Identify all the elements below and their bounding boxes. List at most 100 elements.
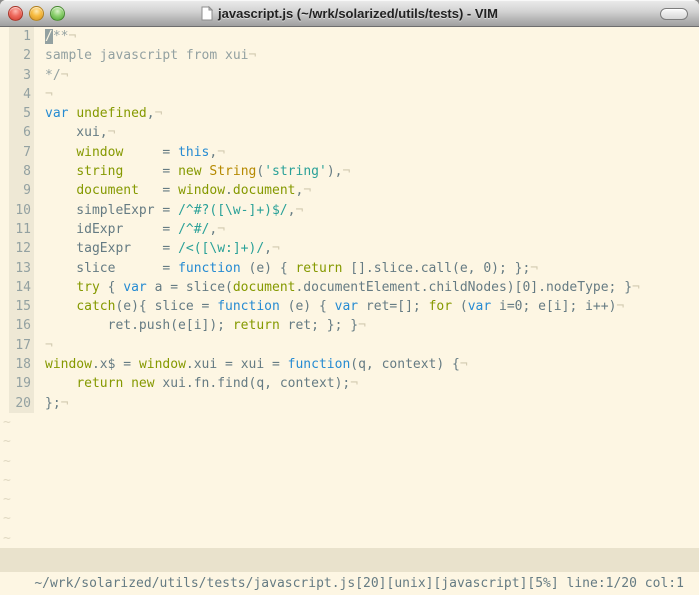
empty-line-tilde: ~ <box>0 432 699 451</box>
code-line[interactable]: 4¬ <box>0 85 699 104</box>
code-text: ¬ <box>34 85 53 104</box>
code-text: catch(e){ slice = function (e) { var ret… <box>34 297 624 316</box>
code-line[interactable]: 8 string = new String('string'),¬ <box>0 162 699 181</box>
code-text: tagExpr = /<([\w:]+)/,¬ <box>34 239 280 258</box>
code-text: slice = function (e) { return [].slice.c… <box>34 259 538 278</box>
line-number: 4 <box>9 85 34 104</box>
eol-marker: ¬ <box>68 29 76 44</box>
line-number: 20 <box>9 394 34 413</box>
window-title: javascript.js (~/wrk/solarized/utils/tes… <box>218 6 498 21</box>
code-text: string = new String('string'),¬ <box>34 162 350 181</box>
code-line[interactable]: 18window.x$ = window.xui = xui = functio… <box>0 355 699 374</box>
eol-marker: ¬ <box>155 106 163 121</box>
code-line[interactable]: 9 document = window.document,¬ <box>0 181 699 200</box>
code-line[interactable]: 10 simpleExpr = /^#?([\w-]+)$/,¬ <box>0 201 699 220</box>
code-line[interactable]: 11 idExpr = /^#/,¬ <box>0 220 699 239</box>
eol-marker: ¬ <box>45 338 53 353</box>
code-text: /**¬ <box>34 27 76 46</box>
vim-window: javascript.js (~/wrk/solarized/utils/tes… <box>0 0 699 595</box>
code-text: ¬ <box>34 336 53 355</box>
document-proxy-icon[interactable] <box>201 6 213 21</box>
toolbar-pill-button[interactable] <box>660 8 688 20</box>
eol-marker: ¬ <box>350 376 358 391</box>
close-button[interactable] <box>8 6 23 21</box>
line-number: 9 <box>9 181 34 200</box>
line-number: 5 <box>9 104 34 123</box>
window-titlebar[interactable]: javascript.js (~/wrk/solarized/utils/tes… <box>0 0 699 27</box>
code-text: document = window.document,¬ <box>34 181 311 200</box>
code-line[interactable]: 17 ¬ <box>0 336 699 355</box>
line-number: 10 <box>9 201 34 220</box>
eol-marker: ¬ <box>295 203 303 218</box>
eol-marker: ¬ <box>249 48 257 63</box>
code-text: xui,¬ <box>34 123 115 142</box>
empty-line-tilde: ~ <box>0 529 699 548</box>
eol-marker: ¬ <box>272 241 280 256</box>
line-number: 19 <box>9 374 34 393</box>
code-lines: 1/**¬2sample javascript from xui¬3*/¬4¬5… <box>0 27 699 413</box>
code-text: var undefined,¬ <box>34 104 162 123</box>
line-number: 7 <box>9 143 34 162</box>
eol-marker: ¬ <box>358 318 366 333</box>
minimize-button[interactable] <box>29 6 44 21</box>
eol-marker: ¬ <box>61 396 69 411</box>
eol-marker: ¬ <box>45 87 53 102</box>
eol-marker: ¬ <box>61 68 69 83</box>
code-line[interactable]: 1/**¬ <box>0 27 699 46</box>
empty-line-tilde: ~ <box>0 471 699 490</box>
code-line[interactable]: 6 xui,¬ <box>0 123 699 142</box>
eol-marker: ¬ <box>616 299 624 314</box>
code-line[interactable]: 19 return new xui.fn.find(q, context);¬ <box>0 374 699 393</box>
line-number: 2 <box>9 46 34 65</box>
eol-marker: ¬ <box>303 183 311 198</box>
line-number: 15 <box>9 297 34 316</box>
code-text: */¬ <box>34 66 68 85</box>
eol-marker: ¬ <box>632 280 640 295</box>
empty-line-tilde: ~ <box>0 413 699 432</box>
code-line[interactable]: 13 slice = function (e) { return [].slic… <box>0 259 699 278</box>
code-line[interactable]: 15 catch(e){ slice = function (e) { var … <box>0 297 699 316</box>
code-text: simpleExpr = /^#?([\w-]+)$/,¬ <box>34 201 303 220</box>
code-line[interactable]: 5var undefined,¬ <box>0 104 699 123</box>
line-number: 12 <box>9 239 34 258</box>
empty-line-tilde: ~ <box>0 452 699 471</box>
line-number: 16 <box>9 316 34 335</box>
line-number: 18 <box>9 355 34 374</box>
cursor-block: / <box>45 29 53 44</box>
editor-area[interactable]: 1/**¬2sample javascript from xui¬3*/¬4¬5… <box>0 27 699 548</box>
traffic-lights <box>8 6 65 21</box>
empty-buffer-tildes: ~~~~~~~ <box>0 413 699 548</box>
code-line[interactable]: 3*/¬ <box>0 66 699 85</box>
code-line[interactable]: 14 try { var a = slice(document.document… <box>0 278 699 297</box>
empty-line-tilde: ~ <box>0 490 699 509</box>
code-text: window.x$ = window.xui = xui = function(… <box>34 355 468 374</box>
zoom-button[interactable] <box>50 6 65 21</box>
code-text: ret.push(e[i]); return ret; }; }¬ <box>34 316 366 335</box>
eol-marker: ¬ <box>342 164 350 179</box>
eol-marker: ¬ <box>217 222 225 237</box>
line-number: 11 <box>9 220 34 239</box>
line-number: 17 <box>9 336 34 355</box>
command-line-area <box>0 572 699 595</box>
line-number: 8 <box>9 162 34 181</box>
eol-marker: ¬ <box>108 125 116 140</box>
code-text: sample javascript from xui¬ <box>34 46 256 65</box>
code-line[interactable]: 7 window = this,¬ <box>0 143 699 162</box>
line-number: 6 <box>9 123 34 142</box>
eol-marker: ¬ <box>217 145 225 160</box>
code-line[interactable]: 16 ret.push(e[i]); return ret; }; }¬ <box>0 316 699 335</box>
code-line[interactable]: 12 tagExpr = /<([\w:]+)/,¬ <box>0 239 699 258</box>
code-line[interactable]: 2sample javascript from xui¬ <box>0 46 699 65</box>
line-number: 13 <box>9 259 34 278</box>
eol-marker: ¬ <box>460 357 468 372</box>
empty-line-tilde: ~ <box>0 509 699 528</box>
line-number: 1 <box>9 27 34 46</box>
eol-marker: ¬ <box>530 261 538 276</box>
line-number: 3 <box>9 66 34 85</box>
code-line[interactable]: 20};¬ <box>0 394 699 413</box>
code-text: idExpr = /^#/,¬ <box>34 220 225 239</box>
code-text: try { var a = slice(document.documentEle… <box>34 278 640 297</box>
line-number: 14 <box>9 278 34 297</box>
code-text: };¬ <box>34 394 68 413</box>
vim-status-bar: ~/wrk/solarized/utils/tests/javascript.j… <box>0 548 699 572</box>
